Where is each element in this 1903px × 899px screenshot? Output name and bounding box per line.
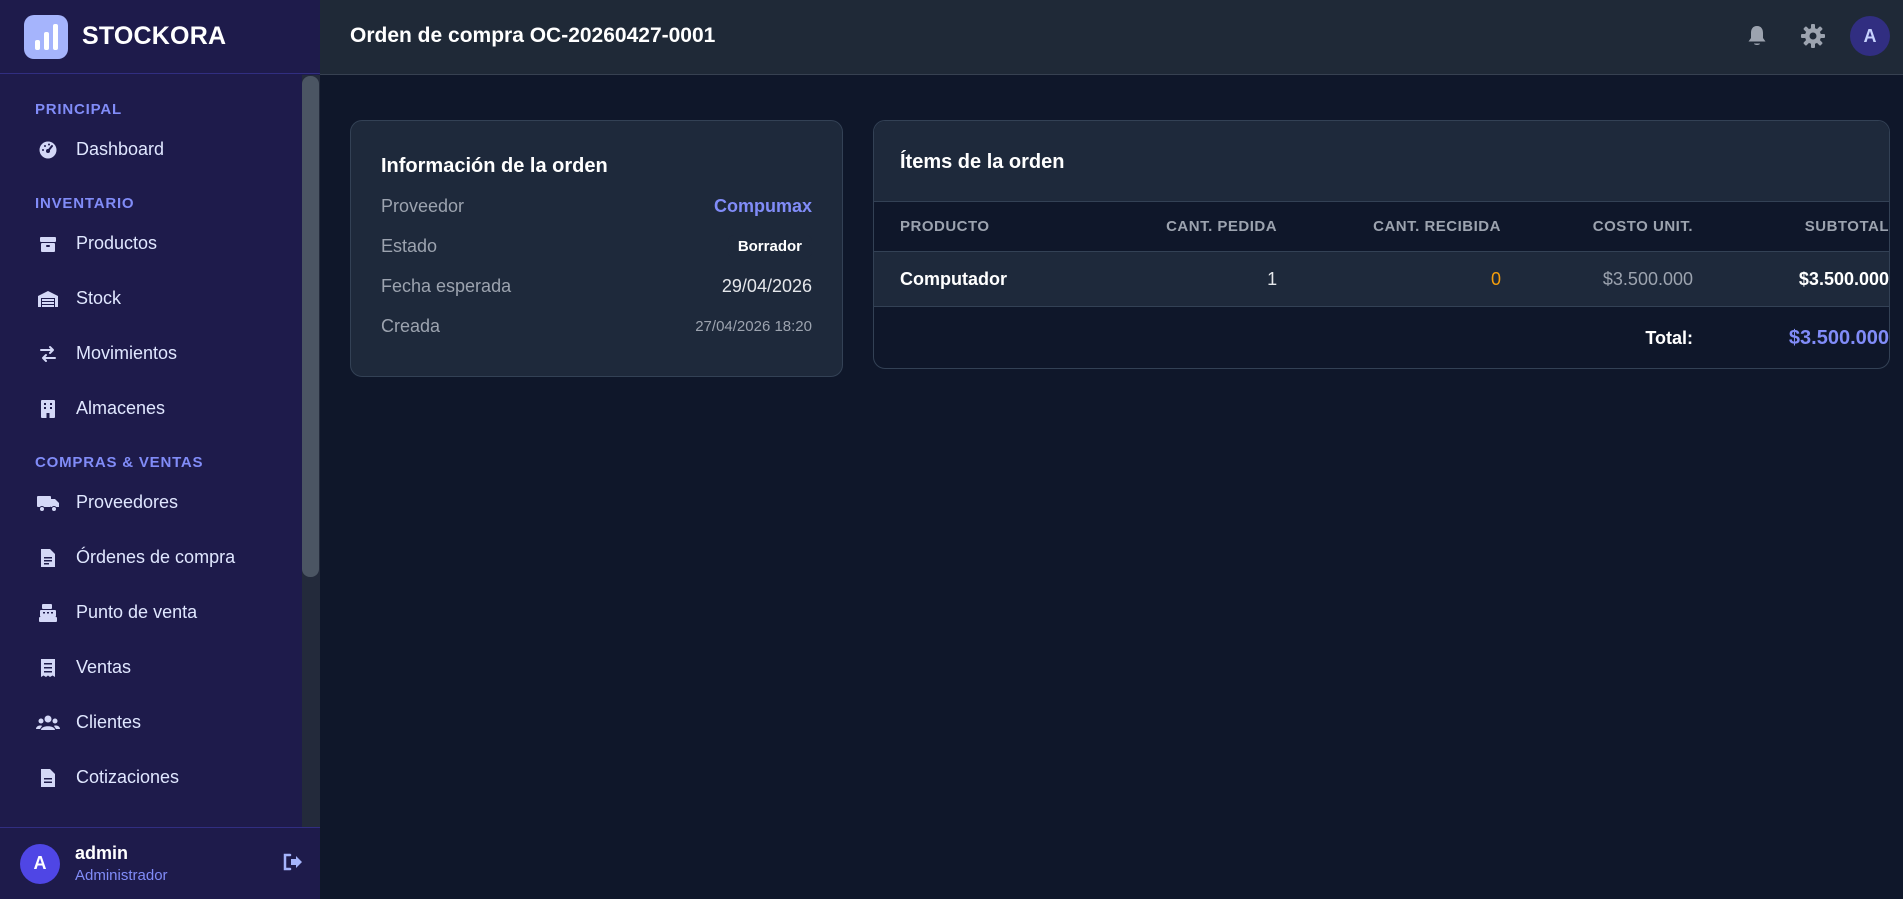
section-title-principal: PRINCIPAL — [35, 101, 122, 118]
sidebar-item-productos[interactable]: Productos — [0, 216, 302, 271]
sidebar-scrollbar-thumb[interactable] — [302, 76, 319, 577]
invoice-icon — [36, 546, 60, 570]
col-header-subtotal: SUBTOTAL — [1804, 218, 1890, 235]
created-at-value: 27/04/2026 18:20 — [695, 317, 812, 335]
gauge-icon — [36, 138, 60, 162]
cell-costo-unit: $3.500.000 — [1602, 268, 1693, 289]
sidebar-item-label: Stock — [76, 288, 122, 308]
document-icon — [36, 766, 60, 790]
info-label: Fecha esperada — [381, 275, 512, 296]
sidebar-nav: PRINCIPAL Dashboard INVENTARIO Productos… — [0, 75, 302, 827]
col-header-cant-pedida: CANT. PEDIDA — [1166, 218, 1278, 235]
sidebar-item-stock[interactable]: Stock — [0, 271, 302, 326]
page-title: Orden de compra OC-20260427-0001 — [350, 24, 716, 47]
warehouse-icon — [36, 287, 60, 311]
info-label: Estado — [381, 235, 438, 256]
sidebar-item-proveedores[interactable]: Proveedores — [0, 475, 302, 530]
total-label: Total: — [1645, 327, 1693, 348]
sidebar-item-clientes[interactable]: Clientes — [0, 695, 302, 750]
sidebar-item-label: Movimientos — [76, 343, 178, 363]
logout-icon[interactable] — [282, 852, 304, 877]
user-role: Administrador — [75, 867, 168, 884]
status-badge: Borrador — [727, 234, 812, 258]
truck-icon — [36, 491, 60, 515]
brand-name: STOCKORA — [82, 22, 227, 50]
sidebar-item-label: Productos — [76, 233, 158, 253]
info-row-estado: Estado Borrador — [381, 226, 812, 266]
cell-subtotal: $3.500.000 — [1798, 268, 1890, 289]
info-row-proveedor: Proveedor Compumax — [381, 186, 812, 226]
expected-date-value: 29/04/2026 — [721, 275, 812, 296]
users-icon — [36, 711, 60, 735]
user-panel: A admin Administrador — [0, 827, 320, 899]
items-table-footer: Total: $3.500.000 — [874, 307, 1890, 368]
total-value: $3.500.000 — [1788, 326, 1890, 349]
building-icon — [36, 397, 60, 421]
sidebar: STOCKORA PRINCIPAL Dashboard INVENTARIO … — [0, 0, 320, 899]
order-info-rows: Proveedor Compumax Estado Borrador Fecha… — [381, 186, 812, 346]
user-name: admin — [75, 843, 129, 863]
sidebar-item-ordenes-compra[interactable]: Órdenes de compra — [0, 530, 302, 585]
header-avatar[interactable]: A — [1850, 16, 1890, 56]
cash-register-icon — [36, 601, 60, 625]
sidebar-item-label: Clientes — [76, 712, 142, 732]
user-avatar[interactable]: A — [20, 843, 60, 884]
supplier-link[interactable]: Compumax — [714, 196, 812, 217]
sidebar-item-label: Órdenes de compra — [76, 547, 236, 567]
sidebar-item-label: Dashboard — [76, 139, 165, 159]
info-row-creada: Creada 27/04/2026 18:20 — [381, 306, 812, 346]
section-title-inventario: INVENTARIO — [35, 195, 135, 212]
items-title: Ítems de la orden — [900, 151, 1065, 173]
info-label: Proveedor — [381, 195, 465, 216]
receipt-icon — [36, 656, 60, 680]
top-header: Orden de compra OC-20260427-0001 A — [320, 0, 1903, 75]
brand[interactable]: STOCKORA — [0, 0, 320, 74]
sidebar-item-label: Ventas — [76, 657, 132, 677]
col-header-costo-unit: COSTO UNIT. — [1592, 218, 1693, 235]
app-root: STOCKORA PRINCIPAL Dashboard INVENTARIO … — [0, 0, 1903, 899]
order-info-title: Información de la orden — [381, 155, 608, 177]
sidebar-item-movimientos[interactable]: Movimientos — [0, 326, 302, 381]
sidebar-item-label: Proveedores — [76, 492, 179, 512]
sidebar-item-label: Almacenes — [76, 398, 166, 418]
sidebar-item-label: Cotizaciones — [76, 767, 180, 787]
sidebar-item-label: Punto de venta — [76, 602, 198, 622]
sidebar-item-almacenes[interactable]: Almacenes — [0, 381, 302, 436]
section-title-compras-ventas: COMPRAS & VENTAS — [35, 454, 204, 471]
user-info: admin Administrador — [75, 843, 168, 884]
items-table-header: PRODUCTO CANT. PEDIDA CANT. RECIBIDA COS… — [874, 202, 1889, 252]
bell-icon[interactable] — [1742, 21, 1772, 51]
order-info-card: Información de la orden Proveedor Compum… — [350, 120, 843, 377]
order-items-card: Ítems de la orden PRODUCTO CANT. PEDIDA … — [873, 120, 1890, 369]
box-icon — [36, 232, 60, 256]
sidebar-item-punto-venta[interactable]: Punto de venta — [0, 585, 302, 640]
logo-chart-icon — [24, 14, 68, 59]
info-row-fecha-esperada: Fecha esperada 29/04/2026 — [381, 266, 812, 306]
cell-cant-pedida: 1 — [1267, 268, 1278, 289]
col-header-producto: PRODUCTO — [900, 218, 990, 235]
items-card-header: Ítems de la orden — [874, 121, 1889, 202]
cell-cant-recibida: 0 — [1490, 268, 1501, 289]
cell-producto: Computador — [900, 268, 1007, 289]
arrows-icon — [36, 342, 60, 366]
settings-gear-icon[interactable] — [1798, 21, 1828, 51]
sidebar-item-cotizaciones[interactable]: Cotizaciones — [0, 750, 302, 805]
info-label: Creada — [381, 315, 441, 336]
sidebar-item-ventas[interactable]: Ventas — [0, 640, 302, 695]
sidebar-item-dashboard[interactable]: Dashboard — [0, 122, 302, 177]
col-header-cant-recibida: CANT. RECIBIDA — [1373, 218, 1501, 235]
table-row[interactable]: Computador 1 0 $3.500.000 $3.500.000 — [874, 252, 1889, 307]
